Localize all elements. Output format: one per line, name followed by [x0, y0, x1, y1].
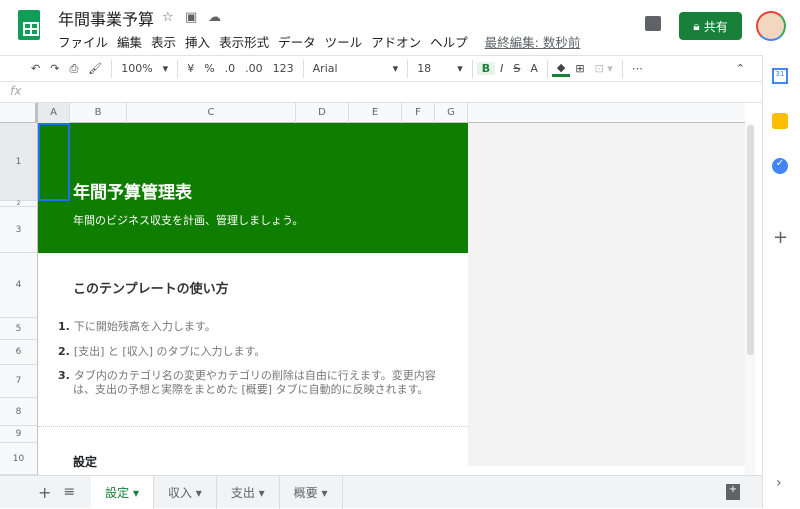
zoom-select[interactable]: 100% [116, 62, 157, 75]
more-button[interactable]: ⋯ [627, 62, 648, 75]
menu-format[interactable]: 表示形式 [219, 32, 269, 51]
share-button[interactable]: 🔒︎ 共有 [679, 12, 742, 40]
menu-view[interactable]: 表示 [151, 32, 176, 51]
strikethrough-button[interactable]: S [508, 62, 525, 75]
row-header-3[interactable]: 3 [0, 207, 38, 253]
comment-history-icon[interactable] [645, 16, 661, 31]
paint-format-icon[interactable]: 🖌︎ [83, 62, 107, 75]
redo-icon[interactable]: ↷ [45, 62, 64, 75]
menu-tools[interactable]: ツール [325, 32, 363, 51]
toolbar: ↶ ↷ ⎙ 🖌︎ 100% ▾ ¥ % .0 .00 123 Arial ▾ 18 ▾… [0, 55, 762, 82]
avatar[interactable] [756, 11, 786, 41]
fill-color-icon[interactable]: ◆ [551, 61, 571, 77]
col-header-a[interactable]: A [38, 103, 70, 123]
last-edit-link[interactable]: 最終編集: 数秒前 [485, 32, 581, 51]
merge-cells-icon[interactable]: ⊡ ▾ [590, 62, 618, 75]
fx-icon: fx [10, 84, 22, 98]
bold-button[interactable]: B [476, 62, 496, 75]
italic-button[interactable]: I [495, 62, 508, 75]
row-header-8[interactable]: 8 [0, 398, 38, 426]
menu-data[interactable]: データ [278, 32, 316, 51]
scrollbar-thumb[interactable] [747, 125, 754, 355]
menu-help[interactable]: ヘルプ [430, 32, 468, 51]
step-2[interactable]: 2. [支出] と [収入] のタブに入力します。 [58, 345, 438, 359]
step-1[interactable]: 1. 下に開始残高を入力します。 [58, 320, 438, 334]
tab-expense[interactable]: 支出 ▾ [217, 475, 280, 509]
lock-icon: 🔒︎ [693, 18, 700, 33]
howto-heading[interactable]: このテンプレートの使い方 [73, 278, 229, 297]
sheet-subtitle[interactable]: 年間のビジネス収支を計画、管理しましょう。 [73, 212, 303, 228]
row-header-1[interactable]: 1 [0, 123, 38, 201]
currency-button[interactable]: ¥ [182, 62, 199, 75]
number-format-select[interactable]: 123 [268, 62, 299, 75]
move-folder-icon[interactable]: ▣ [185, 10, 197, 25]
row-header-5[interactable]: 5 [0, 318, 38, 340]
sheet-tabs-bar: + ≡ 設定 ▾ 収入 ▾ 支出 ▾ 概要 ▾ + [0, 475, 762, 509]
tab-income[interactable]: 収入 ▾ [154, 475, 217, 509]
doc-title[interactable]: 年間事業予算 [58, 6, 154, 30]
menu-addons[interactable]: アドオン [371, 32, 421, 51]
sheet-title[interactable]: 年間予算管理表 [73, 178, 192, 203]
cloud-status-icon[interactable]: ☁ [208, 10, 221, 25]
row-header-4[interactable]: 4 [0, 253, 38, 318]
col-header-e[interactable]: E [349, 103, 402, 123]
font-size-select[interactable]: 18 [412, 62, 452, 75]
expand-panel-icon[interactable]: › [776, 475, 782, 491]
col-header-d[interactable]: D [296, 103, 349, 123]
settings-heading[interactable]: 設定 [73, 453, 97, 470]
row-header-7[interactable]: 7 [0, 365, 38, 398]
row-header-6[interactable]: 6 [0, 340, 38, 365]
column-headers: A B C D E F G [0, 103, 745, 123]
undo-icon[interactable]: ↶ [26, 62, 45, 75]
menu-bar: ファイル 編集 表示 挿入 表示形式 データ ツール アドオン ヘルプ 最終編集… [58, 32, 580, 51]
out-of-range-area [468, 123, 745, 466]
decrease-decimal-button[interactable]: .0 [220, 62, 241, 75]
add-addon-icon[interactable]: + [773, 227, 788, 248]
star-icon[interactable]: ☆ [162, 10, 174, 25]
col-header-b[interactable]: B [70, 103, 127, 123]
calendar-icon[interactable]: 31 [772, 68, 788, 84]
app-header: 年間事業予算 ☆ ▣ ☁ ファイル 編集 表示 挿入 表示形式 データ ツール … [0, 0, 800, 55]
divider [38, 426, 468, 427]
col-header-f[interactable]: F [402, 103, 435, 123]
menu-file[interactable]: ファイル [58, 32, 108, 51]
col-header-c[interactable]: C [127, 103, 296, 123]
tab-settings[interactable]: 設定 ▾ [91, 475, 154, 509]
menu-edit[interactable]: 編集 [117, 32, 142, 51]
side-panel: 31 ✓ + › [762, 55, 800, 508]
percent-button[interactable]: % [199, 62, 219, 75]
sheets-logo-icon[interactable] [18, 10, 40, 40]
explore-icon[interactable]: + [726, 484, 740, 500]
keep-icon[interactable] [772, 113, 788, 129]
formula-bar[interactable]: fx [0, 82, 762, 103]
row-header-10[interactable]: 10 [0, 443, 38, 475]
row-header-9[interactable]: 9 [0, 426, 38, 443]
text-color-button[interactable]: A [525, 62, 543, 75]
collapse-toolbar-icon[interactable]: ⌃ [731, 62, 750, 75]
borders-icon[interactable]: ⊞ [570, 62, 589, 75]
tasks-icon[interactable]: ✓ [772, 158, 788, 174]
font-select[interactable]: Arial [308, 62, 388, 75]
add-sheet-icon[interactable]: + [38, 483, 51, 502]
all-sheets-icon[interactable]: ≡ [63, 484, 75, 500]
menu-insert[interactable]: 挿入 [185, 32, 210, 51]
increase-decimal-button[interactable]: .00 [240, 62, 268, 75]
print-icon[interactable]: ⎙ [64, 62, 83, 76]
col-header-g[interactable]: G [435, 103, 468, 123]
selected-cell-a1[interactable] [38, 123, 70, 201]
tab-summary[interactable]: 概要 ▾ [280, 475, 343, 509]
step-3[interactable]: 3. タブ内のカテゴリ名の変更やカテゴリの削除は自由に行えます。変更内容は、支出の… [58, 369, 438, 397]
